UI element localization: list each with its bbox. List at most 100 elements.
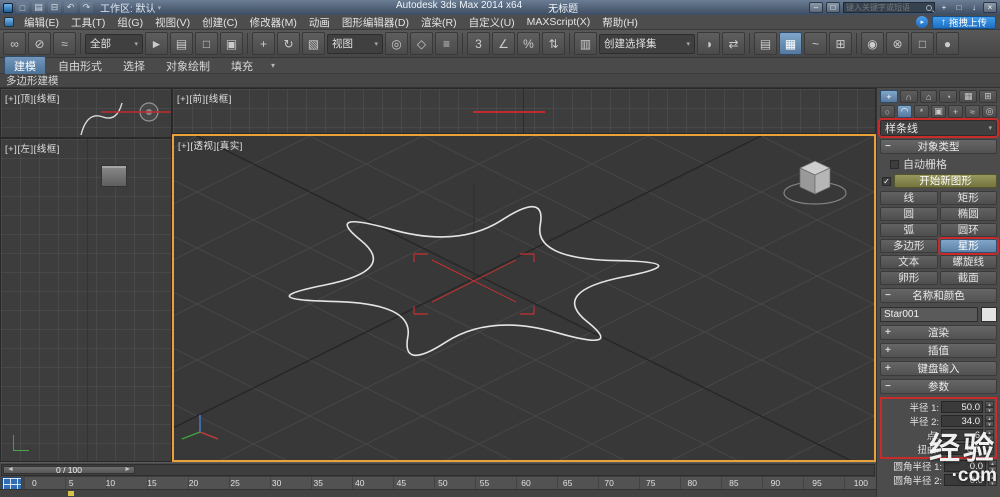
select-manipulate-icon[interactable]: ◇ — [410, 32, 433, 55]
menu-item-rendering[interactable]: 渲染(R) — [415, 15, 463, 30]
menu-item-tools[interactable]: 工具(T) — [65, 15, 111, 30]
cameras-category-icon[interactable]: ▣ — [931, 105, 946, 118]
window-crossing-icon[interactable]: ▣ — [220, 32, 243, 55]
redo-icon[interactable]: ↷ — [80, 2, 93, 13]
shape-button-section[interactable]: 截面 — [940, 271, 998, 285]
next-frame-icon[interactable]: ► — [124, 466, 131, 473]
shape-button-star[interactable]: 星形 — [940, 239, 998, 253]
shape-button-circle[interactable]: 圆 — [880, 207, 938, 221]
menu-item-edit[interactable]: 编辑(E) — [18, 15, 65, 30]
menu-item-customize[interactable]: 自定义(U) — [463, 15, 521, 30]
selection-region-icon[interactable]: □ — [195, 32, 218, 55]
menu-item-views[interactable]: 视图(V) — [149, 15, 196, 30]
upload-badge[interactable]: ↑ 拖拽上传 — [932, 16, 996, 29]
overlay-circle-icon[interactable]: ▸ — [916, 16, 928, 28]
autogrid-checkbox[interactable] — [890, 160, 899, 169]
angle-snap-icon[interactable]: ∠ — [492, 32, 515, 55]
select-and-link-icon[interactable]: ∞ — [3, 32, 26, 55]
menu-item-graph-editors[interactable]: 图形编辑器(D) — [336, 15, 415, 30]
curve-editor-icon[interactable]: ~ — [804, 32, 827, 55]
viewport-left-label[interactable]: [+][左][线框] — [5, 141, 60, 155]
menu-item-group[interactable]: 组(G) — [111, 15, 149, 30]
viewport-perspective[interactable]: [+][透视][真实] — [172, 134, 876, 462]
menu-item-create[interactable]: 创建(C) — [196, 15, 244, 30]
spinner-down-icon[interactable]: ▾ — [985, 407, 994, 413]
edit-named-sets-icon[interactable]: ▥ — [574, 32, 597, 55]
select-move-icon[interactable]: + — [252, 32, 275, 55]
search-input[interactable] — [846, 3, 924, 12]
search-icon[interactable] — [926, 5, 932, 11]
select-rotate-icon[interactable]: ↻ — [277, 32, 300, 55]
track-bar-scroll[interactable] — [0, 489, 876, 497]
rollout-parameters[interactable]: − 参数 — [880, 379, 997, 394]
select-scale-icon[interactable]: ▧ — [302, 32, 325, 55]
rollout-rendering[interactable]: + 渲染 — [880, 325, 997, 340]
helpers-category-icon[interactable]: + — [948, 105, 963, 118]
shape-category-dropdown[interactable]: 样条线 ▾ — [880, 120, 997, 136]
viewport-front-label[interactable]: [+][前][线框] — [177, 91, 232, 105]
percent-snap-icon[interactable]: % — [517, 32, 540, 55]
object-name-field[interactable]: Star001 — [880, 307, 978, 322]
spinner-down-icon[interactable]: ▾ — [985, 449, 994, 455]
shapes-category-icon[interactable]: ◠ — [897, 105, 912, 118]
start-new-shape-button[interactable]: 开始新图形 — [894, 174, 997, 188]
spinner-down-icon[interactable]: ▾ — [985, 421, 994, 427]
select-by-name-icon[interactable]: ▤ — [170, 32, 193, 55]
shape-button-egg[interactable]: 卵形 — [880, 271, 938, 285]
shape-button-donut[interactable]: 圆环 — [940, 223, 998, 237]
undo-icon[interactable]: ↶ — [64, 2, 77, 13]
use-center-icon[interactable]: ◎ — [385, 32, 408, 55]
tab-populate[interactable]: 填充 — [222, 57, 262, 75]
max-menu-icon[interactable] — [4, 17, 14, 27]
align-icon[interactable]: ⇄ — [722, 32, 745, 55]
geometry-category-icon[interactable]: ○ — [880, 105, 895, 118]
spinner-down-icon[interactable]: ▾ — [988, 480, 997, 486]
start-new-shape-checkbox[interactable]: ✓ — [882, 177, 891, 186]
selected-spline-front[interactable] — [473, 111, 545, 113]
save-file-icon[interactable]: ⊟ — [48, 2, 61, 13]
time-slider-track[interactable]: ◄ 0 / 100 ► — [1, 464, 875, 476]
left-view-object[interactable] — [101, 165, 127, 187]
tab-freeform[interactable]: 自由形式 — [49, 57, 111, 75]
shape-button-arc[interactable]: 弧 — [880, 223, 938, 237]
select-object-icon[interactable]: ► — [145, 32, 168, 55]
capture-download-icon[interactable]: ↓ — [968, 2, 980, 13]
keyboard-override-icon[interactable]: ≡ — [435, 32, 458, 55]
app-logo-icon[interactable] — [3, 3, 13, 13]
tab-object-paint[interactable]: 对象绘制 — [157, 57, 219, 75]
create-tab-icon[interactable]: + — [880, 90, 898, 103]
time-slider-handle[interactable]: ◄ 0 / 100 ► — [3, 466, 135, 474]
shape-button-helix[interactable]: 螺旋线 — [940, 255, 998, 269]
track-bar[interactable]: 0 5 10 15 20 25 30 35 40 45 50 55 60 65 … — [24, 476, 876, 489]
bind-to-spacewarp-icon[interactable]: ≈ — [53, 32, 76, 55]
viewport-front[interactable]: [+][前][线框] — [172, 88, 876, 134]
spinner-down-icon[interactable]: ▾ — [988, 466, 997, 472]
schematic-view-icon[interactable]: ⊞ — [829, 32, 852, 55]
viewcube[interactable] — [784, 161, 846, 204]
shape-button-ngon[interactable]: 多边形 — [880, 239, 938, 253]
capture-region-icon[interactable]: □ — [953, 2, 965, 13]
viewport-left[interactable]: [+][左][线框] — [0, 138, 172, 462]
radius1-field[interactable]: 50.0 — [941, 401, 983, 413]
shape-button-line[interactable]: 线 — [880, 191, 938, 205]
menu-item-animation[interactable]: 动画 — [303, 15, 336, 30]
tab-selection[interactable]: 选择 — [114, 57, 154, 75]
ribbon-collapse-icon[interactable]: ▾ — [271, 61, 275, 70]
utilities-tab-icon[interactable]: ⊞ — [979, 90, 997, 103]
new-scene-icon[interactable]: □ — [16, 2, 29, 13]
shape-button-text[interactable]: 文本 — [880, 255, 938, 269]
maximize-button[interactable]: □ — [826, 2, 840, 13]
close-button[interactable]: × — [983, 2, 997, 13]
viewport-top-label[interactable]: [+][顶][线框] — [5, 91, 60, 105]
shape-button-rectangle[interactable]: 矩形 — [940, 191, 998, 205]
object-color-swatch[interactable] — [981, 307, 997, 322]
systems-category-icon[interactable]: ◎ — [982, 105, 997, 118]
viewport-perspective-label[interactable]: [+][透视][真实] — [178, 138, 243, 152]
capture-pin-icon[interactable]: + — [938, 2, 950, 13]
spinner-down-icon[interactable]: ▾ — [985, 435, 994, 441]
radius2-field[interactable]: 34.0 — [941, 415, 983, 427]
prev-frame-icon[interactable]: ◄ — [7, 466, 14, 473]
motion-tab-icon[interactable]: ◔ — [939, 90, 957, 103]
modify-tab-icon[interactable]: ∩ — [900, 90, 918, 103]
material-editor-icon[interactable]: ◉ — [861, 32, 884, 55]
